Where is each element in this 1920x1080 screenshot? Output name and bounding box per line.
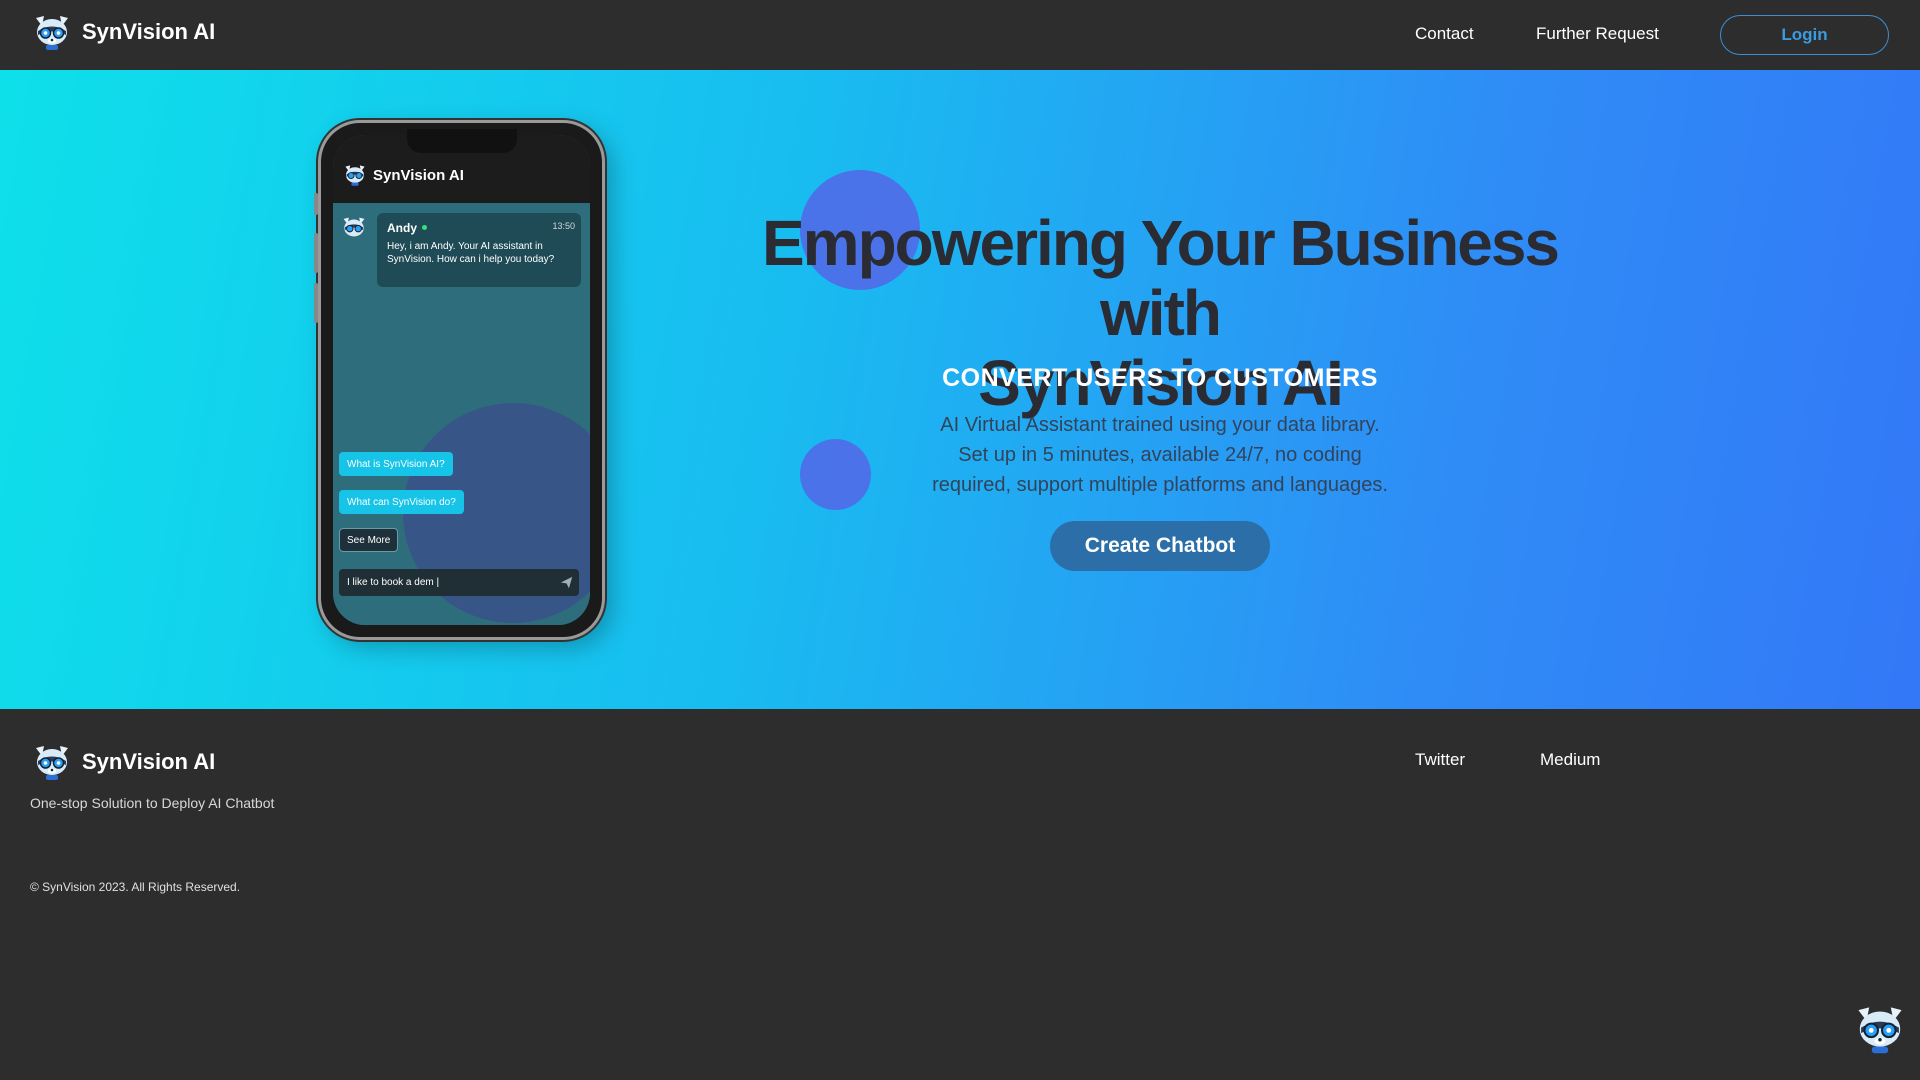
phone-side-button	[314, 233, 318, 273]
message-time: 13:50	[552, 221, 575, 231]
see-more-button[interactable]: See More	[339, 528, 399, 552]
login-button[interactable]: Login	[1720, 15, 1889, 55]
footer-twitter-link[interactable]: Twitter	[1415, 750, 1465, 770]
phone-side-button	[314, 283, 318, 323]
hero-description-line: Set up in 5 minutes, available 24/7, no …	[958, 444, 1362, 466]
phone-notch	[407, 129, 517, 153]
hero-subtitle: CONVERT USERS TO CUSTOMERS	[942, 364, 1378, 392]
suggestion-chip[interactable]: What is SynVision AI?	[339, 452, 453, 476]
chat-widget-icon[interactable]	[1853, 1002, 1907, 1056]
footer-brand[interactable]: SynVision AI	[32, 742, 215, 782]
navbar: SynVision AI Contact Further Request Log…	[0, 0, 1920, 70]
bot-avatar-icon	[343, 217, 365, 237]
raccoon-logo-icon	[36, 16, 68, 50]
brand-name: SynVision AI	[82, 19, 216, 44]
message-sender: Andy	[387, 221, 417, 235]
online-status-icon	[422, 225, 427, 231]
chat-input-value: I like to book a dem |	[347, 577, 440, 588]
message-text: Hey, i am Andy. Your AI assistant in Syn…	[387, 241, 555, 265]
hero-description: AI Virtual Assistant trained using your …	[860, 410, 1460, 500]
nav-further-request-link[interactable]: Further Request	[1536, 24, 1659, 44]
hero-section: SynVision AI Andy 13:50 Hey, i am Andy. …	[0, 70, 1920, 709]
chat-brand: SynVision AI	[343, 163, 464, 187]
hero-description-line: required, support multiple platforms and…	[932, 474, 1388, 496]
chat-brand-name: SynVision AI	[373, 166, 464, 184]
raccoon-logo-icon	[36, 746, 68, 780]
raccoon-logo-icon	[345, 165, 365, 186]
bot-message: Andy 13:50 Hey, i am Andy. Your AI assis…	[377, 213, 581, 287]
footer-medium-link[interactable]: Medium	[1540, 750, 1600, 770]
suggestion-chip[interactable]: What can SynVision do?	[339, 490, 464, 514]
hero-description-line: AI Virtual Assistant trained using your …	[940, 414, 1380, 436]
phone-screen: SynVision AI Andy 13:50 Hey, i am Andy. …	[333, 135, 590, 625]
footer-brand-name: SynVision AI	[82, 749, 216, 774]
nav-contact-link[interactable]: Contact	[1415, 24, 1474, 44]
footer-copyright: © SynVision 2023. All Rights Reserved.	[30, 880, 241, 894]
create-chatbot-button[interactable]: Create Chatbot	[1050, 521, 1270, 571]
chat-body: Andy 13:50 Hey, i am Andy. Your AI assis…	[333, 203, 590, 625]
brand[interactable]: SynVision AI	[32, 12, 215, 52]
hero-title-line: Empowering Your Business with	[761, 207, 1560, 349]
footer-tagline: One-stop Solution to Deploy AI Chatbot	[30, 795, 275, 811]
phone-side-button	[314, 193, 318, 215]
send-icon[interactable]	[560, 576, 573, 589]
phone-mockup: SynVision AI Andy 13:50 Hey, i am Andy. …	[314, 120, 605, 640]
chat-input[interactable]: I like to book a dem |	[339, 569, 579, 596]
